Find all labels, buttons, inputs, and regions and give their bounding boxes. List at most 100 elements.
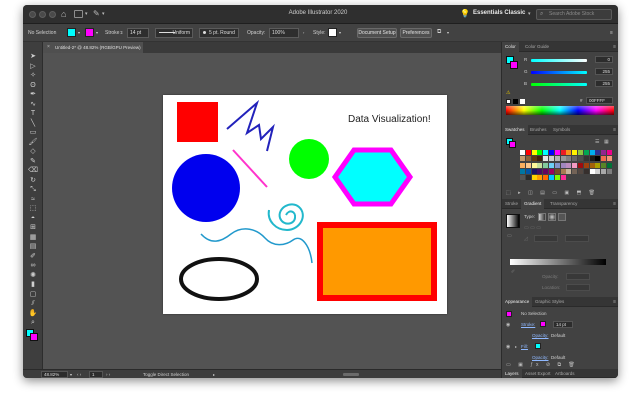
tab-color-guide[interactable]: Color Guide [522,42,552,52]
none-swatch-icon[interactable] [506,99,511,104]
tab-appearance[interactable]: Appearance [502,297,533,307]
tab-asset-export[interactable]: Asset Export [522,369,554,378]
chevron-right-icon[interactable]: ▸ [213,370,215,378]
color-swatch[interactable] [572,162,578,168]
close-tab-icon[interactable]: × [47,42,50,53]
color-swatch[interactable] [520,168,525,174]
channel-b-field[interactable]: 255 [595,80,613,87]
linear-gradient-button[interactable] [538,213,546,221]
color-swatch[interactable] [578,150,583,155]
brush-definition[interactable]: 5 pt. Round [199,28,239,38]
color-swatch[interactable] [572,168,578,174]
canvas-area[interactable]: Data Visualization! [44,53,518,369]
color-swatch[interactable] [537,150,543,155]
appearance-fill-swatch[interactable] [535,343,541,349]
angle-icon[interactable]: ◿ [524,236,528,242]
color-swatch[interactable] [537,168,543,174]
opacity-field[interactable]: 100% [269,28,299,38]
edit-gradient-icon[interactable]: ▭ [507,233,512,239]
color-spectrum[interactable] [506,106,614,115]
variable-width-profile[interactable]: Uniform [155,28,193,38]
color-swatch[interactable] [578,156,583,162]
chevron-down-icon[interactable]: ▾ [96,29,98,37]
color-swatch[interactable] [595,168,601,174]
color-swatch[interactable] [566,156,572,162]
channel-b-slider[interactable] [531,83,587,86]
color-swatch[interactable] [583,162,589,168]
gradient-tool-icon[interactable]: ▤ [28,243,38,250]
width-tool-icon[interactable]: ≈ [28,196,38,203]
channel-r-field[interactable]: 0 [595,56,613,63]
color-swatch[interactable] [554,168,560,174]
channel-g-field[interactable]: 255 [595,68,613,75]
close-window-button[interactable] [29,11,36,18]
color-swatch[interactable] [607,156,612,162]
color-swatch[interactable] [531,156,537,162]
color-swatch[interactable] [554,156,560,162]
color-swatch[interactable] [543,168,549,174]
blue-circle[interactable] [172,154,240,222]
slice-tool-icon[interactable]: ⫽ [28,300,38,307]
color-swatch[interactable] [583,150,589,155]
scale-tool-icon[interactable]: ⤡ [28,186,38,193]
direct-selection-tool-icon[interactable]: ▷ [28,63,38,70]
hand-tool-icon[interactable]: ✋ [28,310,38,317]
control-menu-icon[interactable]: ≡ [610,29,613,37]
tab-graphic-styles[interactable]: Graphic Styles [532,297,567,307]
fill-color-swatch[interactable] [67,28,76,37]
chevron-down-icon[interactable]: ▾ [85,9,88,20]
visibility-eye-icon[interactable]: ◉ [506,322,510,328]
swatch-library-icons[interactable]: ⬚ ▸ ◫ ▤ ▭ ▣ ⬒ 🗑 [506,190,598,196]
color-swatch[interactable] [537,156,543,162]
color-swatch[interactable] [531,168,537,174]
color-swatch[interactable] [560,156,566,162]
color-swatch[interactable] [531,150,537,155]
color-swatch[interactable] [520,175,525,181]
color-swatch[interactable] [572,156,578,162]
column-graph-tool-icon[interactable]: ▮ [28,281,38,288]
eyedropper-tool-icon[interactable]: ✐ [28,253,38,260]
color-swatch[interactable] [525,162,531,168]
color-swatch[interactable] [520,162,525,168]
zigzag-path[interactable] [226,99,275,152]
opacity-label[interactable]: Opacity: [247,29,265,37]
rotate-tool-icon[interactable]: ↻ [28,177,38,184]
color-swatch[interactable] [554,162,560,168]
panel-menu-icon[interactable]: ≡ [613,299,616,305]
color-swatch[interactable] [589,168,595,174]
color-swatch[interactable] [543,162,549,168]
visibility-eye-icon[interactable]: ◉ [506,344,510,350]
swatch-stroke-indicator[interactable] [509,141,516,148]
color-swatch[interactable] [537,162,543,168]
color-swatch[interactable] [595,150,601,155]
color-swatch[interactable] [595,162,601,168]
gradient-opacity-field[interactable] [566,273,590,280]
artboard[interactable]: Data Visualization! [163,95,447,314]
perspective-tool-icon[interactable]: ⊞ [28,224,38,231]
chevron-down-icon[interactable]: ▾ [70,370,72,378]
color-swatch[interactable] [572,150,578,155]
appearance-fill-opacity-label[interactable]: Opacity: [532,355,549,361]
type-tool-icon[interactable]: T [28,110,38,117]
magic-wand-tool-icon[interactable]: ✧ [28,72,38,79]
pen-tool-icon[interactable]: ✒ [28,91,38,98]
black-swatch-icon[interactable] [513,99,518,104]
horizontal-scrollbar-thumb[interactable] [343,373,359,376]
list-view-icon[interactable]: ☰ [595,139,599,145]
color-swatch[interactable] [560,150,566,155]
color-swatch[interactable] [554,175,560,181]
color-stroke-swatch[interactable] [510,61,518,69]
status-hint[interactable]: Toggle Direct Selection [143,370,189,378]
color-swatch[interactable] [601,168,607,174]
shape-builder-tool-icon[interactable]: ◓ [28,215,38,222]
panel-menu-icon[interactable]: ≡ [613,127,616,133]
brush-icon[interactable]: ✎ [93,8,100,19]
color-swatch[interactable] [589,162,595,168]
color-swatch[interactable] [601,162,607,168]
appearance-footer-icons[interactable]: ▭ ▣ ƒx ⊘ ⧉ 🗑 [506,362,578,368]
artboard-tool-icon[interactable]: ▢ [28,291,38,298]
lasso-tool-icon[interactable]: ʘ [28,82,38,89]
color-swatch[interactable] [543,175,549,181]
color-swatch[interactable] [543,150,549,155]
arrange-documents-icon[interactable] [74,10,83,18]
